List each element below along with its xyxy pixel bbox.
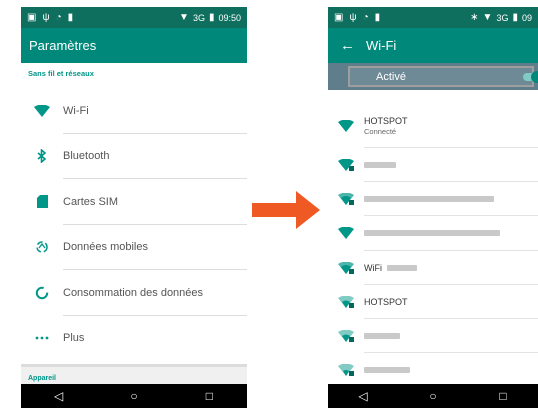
network-name-redacted: [364, 333, 400, 340]
wifi-notification-icon: ◔: [55, 11, 62, 23]
wifi-network-item[interactable]: [328, 319, 538, 354]
network-name-redacted: [387, 264, 417, 271]
wifi-icon: [21, 104, 63, 117]
wifi-notification-icon: ◔: [362, 11, 369, 23]
battery-icon: ▮: [208, 11, 215, 23]
settings-item-label: Consommation des données: [63, 286, 204, 299]
recents-button[interactable]: □: [194, 389, 224, 403]
settings-item-bluetooth[interactable]: Bluetooth: [21, 134, 247, 179]
network-status: Connecté: [364, 127, 397, 136]
settings-item-label: Cartes SIM: [63, 195, 119, 208]
wifi-network-item[interactable]: HOTSPOT: [328, 285, 538, 319]
battery-icon: ▮: [512, 11, 518, 23]
wifi-network-item[interactable]: [328, 216, 538, 251]
wifi-secured-icon: [328, 295, 364, 308]
settings-item-mobile-data[interactable]: Données mobiles: [21, 225, 247, 270]
wifi-network-list: HOTSPOT Connecté WiFi HOTSPOT: [328, 104, 538, 387]
wifi-network-item[interactable]: [328, 182, 538, 217]
recents-button[interactable]: □: [488, 389, 518, 403]
wifi-signal-icon: ▼: [179, 11, 189, 23]
settings-item-wifi[interactable]: Wi-Fi: [21, 88, 247, 134]
wifi-network-item[interactable]: WiFi: [328, 251, 538, 285]
section-header-device: Appareil: [21, 364, 247, 384]
back-button[interactable]: ◁: [348, 389, 378, 403]
wifi-screen: ▣ ψ ◔ ▮ ∗ ▼ 3G ▮ 09 ← Wi-Fi Activé HOTSP…: [328, 7, 538, 408]
wifi-network-item[interactable]: [328, 148, 538, 183]
sim-card-icon: [21, 195, 63, 209]
settings-screen: ▣ ψ ◔ ▮ ▼ 3G ▮ 09:50 Paramètres Sans fil…: [21, 7, 247, 408]
network-name-redacted: [364, 196, 494, 203]
settings-item-label: Bluetooth: [63, 150, 110, 163]
settings-item-label: Wi-Fi: [63, 104, 89, 117]
wifi-signal-full-icon: [328, 227, 364, 240]
data-usage-icon: [21, 286, 63, 300]
settings-item-sim-cards[interactable]: Cartes SIM: [21, 179, 247, 225]
network-name-redacted: [364, 367, 410, 374]
wifi-secured-icon: [328, 364, 364, 377]
wifi-secured-icon: [328, 159, 364, 172]
network-name-redacted: [364, 162, 396, 169]
clock: 09:50: [218, 12, 241, 23]
image-notification-icon: ▣: [27, 11, 37, 23]
wifi-signal-full-icon: [328, 120, 364, 132]
status-bar: ▣ ψ ◔ ▮ ∗ ▼ 3G ▮ 09: [328, 7, 538, 28]
settings-item-label: Données mobiles: [63, 241, 148, 254]
sim-notification-icon: ▮: [374, 11, 381, 23]
clock: 09: [521, 12, 532, 23]
settings-item-more[interactable]: Plus: [21, 316, 247, 362]
settings-item-data-usage[interactable]: Consommation des données: [21, 270, 247, 316]
status-bar: ▣ ψ ◔ ▮ ▼ 3G ▮ 09:50: [21, 7, 247, 28]
settings-item-label: Plus: [63, 332, 85, 345]
navigation-bar: ◁ ○ □: [21, 384, 247, 408]
wifi-toggle-knob[interactable]: [531, 71, 538, 83]
network-name-redacted: [364, 230, 500, 237]
network-name: HOTSPOT: [364, 296, 408, 307]
wifi-signal-icon: ▼: [482, 11, 493, 23]
sim-notification-icon: ▮: [67, 11, 74, 23]
image-notification-icon: ▣: [334, 11, 344, 23]
page-title: Paramètres: [29, 38, 97, 53]
network-type: 3G: [496, 12, 509, 23]
more-icon: [21, 336, 63, 340]
mobile-data-icon: [21, 240, 63, 254]
wifi-toggle-row[interactable]: Activé: [328, 63, 538, 90]
network-name: HOTSPOT: [364, 116, 408, 126]
network-type: 3G: [192, 12, 205, 23]
bluetooth-icon: [21, 149, 63, 164]
app-bar: Paramètres: [21, 28, 247, 63]
page-title: Wi-Fi: [366, 38, 397, 53]
wifi-secured-icon: [328, 261, 364, 274]
navigation-bar: ◁ ○ □: [328, 384, 538, 408]
app-bar: ← Wi-Fi: [328, 28, 538, 63]
usb-icon: ψ: [349, 11, 357, 23]
bluetooth-status-icon: ∗: [470, 11, 479, 23]
home-button[interactable]: ○: [418, 389, 448, 403]
usb-icon: ψ: [42, 11, 50, 23]
transition-arrow-icon: [252, 191, 320, 229]
settings-list: Wi-Fi Bluetooth Cartes SIM Données mobil…: [21, 88, 247, 361]
wifi-secured-icon: [328, 330, 364, 343]
wifi-toggle-label: Activé: [376, 71, 406, 83]
section-header-wireless: Sans fil et réseaux: [21, 63, 247, 84]
wifi-network-item[interactable]: [328, 353, 538, 387]
wifi-secured-icon: [328, 193, 364, 206]
wifi-network-item[interactable]: HOTSPOT Connecté: [328, 104, 538, 148]
section-header-label: Appareil: [28, 375, 57, 382]
back-arrow-icon[interactable]: ←: [340, 37, 366, 54]
network-name: WiFi: [364, 262, 382, 273]
home-button[interactable]: ○: [119, 389, 149, 403]
back-button[interactable]: ◁: [44, 389, 74, 403]
